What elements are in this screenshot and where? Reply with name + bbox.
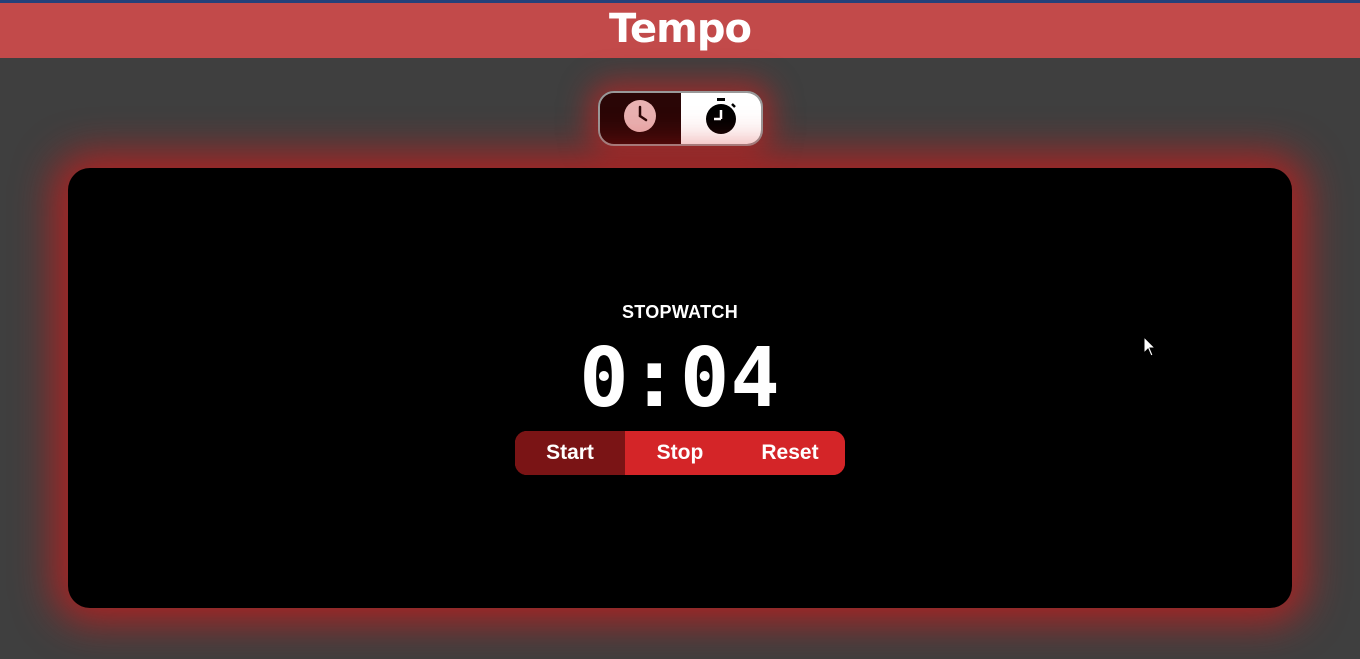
- mode-label: STOPWATCH: [621, 302, 739, 322]
- clock-icon: [622, 98, 658, 139]
- time-display: 0:04: [579, 331, 781, 426]
- start-button[interactable]: Start: [515, 431, 625, 475]
- clock-mode-button[interactable]: [600, 93, 681, 144]
- app-title: Tempo: [609, 6, 752, 52]
- stop-button[interactable]: Stop: [625, 431, 735, 475]
- mode-toggle: [598, 91, 763, 146]
- stopwatch-icon: [703, 97, 739, 140]
- reset-button[interactable]: Reset: [735, 431, 845, 475]
- app-header: Tempo: [0, 3, 1360, 58]
- stopwatch-mode-button[interactable]: [680, 93, 761, 144]
- stopwatch-controls: Start Stop Reset: [515, 431, 845, 475]
- mouse-cursor-icon: [1143, 335, 1157, 363]
- stopwatch-panel: STOPWATCH 0:04 Start Stop Reset: [68, 168, 1292, 608]
